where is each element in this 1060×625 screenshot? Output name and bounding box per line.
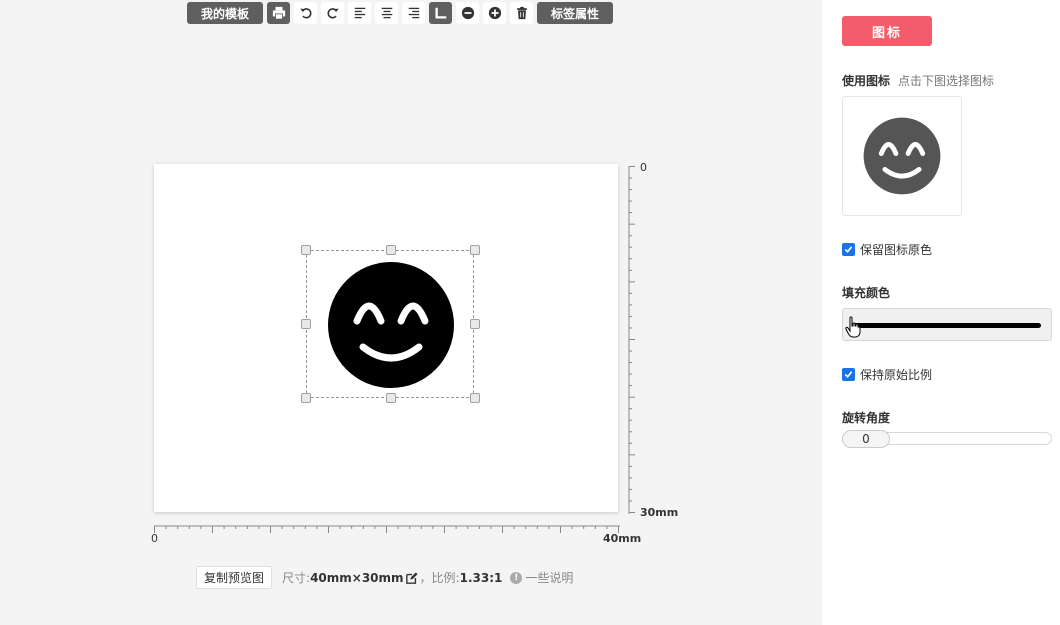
undo-icon bbox=[299, 8, 312, 19]
status-bar: 复制预览图 尺寸: 40mm×30mm ， 比例: 1.33:1 ! 一些说明 bbox=[196, 566, 573, 589]
notes-link[interactable]: 一些说明 bbox=[525, 569, 573, 586]
resize-handle-top-right[interactable] bbox=[470, 245, 480, 255]
copy-preview-button[interactable]: 复制预览图 bbox=[196, 566, 273, 589]
keep-ratio-label: 保持原始比例 bbox=[860, 368, 933, 382]
ratio-value: 1.33:1 bbox=[459, 570, 503, 585]
delete-button[interactable] bbox=[510, 2, 534, 24]
vertical-ruler-end: 30mm bbox=[640, 506, 679, 519]
use-icon-heading: 使用图标 点击下图选择图标 bbox=[842, 72, 994, 89]
toolbar: 我的模板 标签属性 bbox=[187, 2, 614, 24]
resize-handle-bottom[interactable] bbox=[386, 393, 396, 403]
zoom-out-icon bbox=[461, 6, 474, 20]
fill-color-label: 填充颜色 bbox=[842, 286, 891, 300]
fill-color-picker[interactable] bbox=[842, 308, 1052, 341]
info-icon[interactable]: ! bbox=[510, 571, 523, 584]
checkmark-icon bbox=[844, 246, 853, 253]
print-icon bbox=[272, 6, 285, 20]
undo-button[interactable] bbox=[294, 2, 318, 24]
size-value: 40mm×30mm bbox=[310, 570, 404, 585]
horizontal-ruler-ticks bbox=[154, 525, 620, 533]
resize-handle-bottom-right[interactable] bbox=[470, 393, 480, 403]
icon-picker[interactable] bbox=[842, 96, 962, 216]
align-right-icon bbox=[408, 7, 419, 19]
use-icon-label: 使用图标 bbox=[842, 74, 891, 88]
keep-ratio-checkbox[interactable] bbox=[842, 368, 855, 381]
edit-icon[interactable] bbox=[405, 571, 418, 584]
vertical-ruler-ticks bbox=[628, 166, 635, 514]
smiley-preview-icon bbox=[863, 117, 941, 195]
print-button[interactable] bbox=[267, 2, 291, 24]
icon-tab-button[interactable]: 图标 bbox=[842, 16, 932, 46]
resize-handle-top[interactable] bbox=[386, 245, 396, 255]
workspace: 我的模板 标签属性 0 30mm 0 40mm 复制预览图 尺寸: 40mm×3… bbox=[0, 0, 822, 625]
align-left-icon bbox=[354, 7, 365, 19]
label-properties-button[interactable]: 标签属性 bbox=[537, 2, 614, 24]
fill-color-swatch bbox=[852, 323, 1041, 328]
ruler-toggle-button[interactable] bbox=[429, 2, 453, 24]
horizontal-ruler-start: 0 bbox=[151, 532, 158, 545]
size-label: 尺寸: bbox=[282, 571, 311, 585]
checkmark-icon bbox=[844, 371, 853, 378]
zoom-in-button[interactable] bbox=[483, 2, 507, 24]
resize-handle-bottom-left[interactable] bbox=[301, 393, 311, 403]
separator: ， bbox=[419, 571, 432, 585]
rotation-slider-thumb[interactable]: 0 bbox=[842, 430, 890, 448]
keep-original-color-label: 保留图标原色 bbox=[860, 243, 933, 257]
label-canvas[interactable] bbox=[154, 164, 618, 512]
resize-handle-right[interactable] bbox=[470, 319, 480, 329]
selection-box[interactable] bbox=[301, 245, 480, 403]
align-right-button[interactable] bbox=[402, 2, 426, 24]
resize-handle-top-left[interactable] bbox=[301, 245, 311, 255]
keep-original-color-checkbox[interactable] bbox=[842, 243, 855, 256]
my-templates-button[interactable]: 我的模板 bbox=[187, 2, 264, 24]
keep-original-color-row[interactable]: 保留图标原色 bbox=[842, 241, 932, 258]
rotation-label: 旋转角度 bbox=[842, 411, 891, 425]
trash-icon bbox=[516, 6, 527, 20]
ruler-toggle-icon bbox=[435, 7, 446, 19]
zoom-in-icon bbox=[488, 6, 501, 20]
align-center-button[interactable] bbox=[375, 2, 399, 24]
use-icon-hint: 点击下图选择图标 bbox=[898, 74, 995, 88]
horizontal-ruler: 0 40mm bbox=[151, 520, 641, 545]
ratio-label: 比例: bbox=[431, 571, 460, 585]
zoom-out-button[interactable] bbox=[456, 2, 480, 24]
redo-button[interactable] bbox=[321, 2, 345, 24]
horizontal-ruler-end: 40mm bbox=[603, 532, 642, 545]
redo-icon bbox=[327, 8, 339, 19]
hand-cursor-icon bbox=[845, 316, 861, 338]
keep-ratio-row[interactable]: 保持原始比例 bbox=[842, 366, 932, 383]
align-center-icon bbox=[381, 7, 392, 19]
align-left-button[interactable] bbox=[348, 2, 372, 24]
vertical-ruler-start: 0 bbox=[640, 161, 647, 174]
resize-handle-left[interactable] bbox=[301, 319, 311, 329]
vertical-ruler: 0 30mm bbox=[628, 161, 678, 519]
properties-sidebar: 图标 使用图标 点击下图选择图标 保留图标原色 填充颜色 保持原始比例 旋转角度 … bbox=[822, 0, 1060, 625]
